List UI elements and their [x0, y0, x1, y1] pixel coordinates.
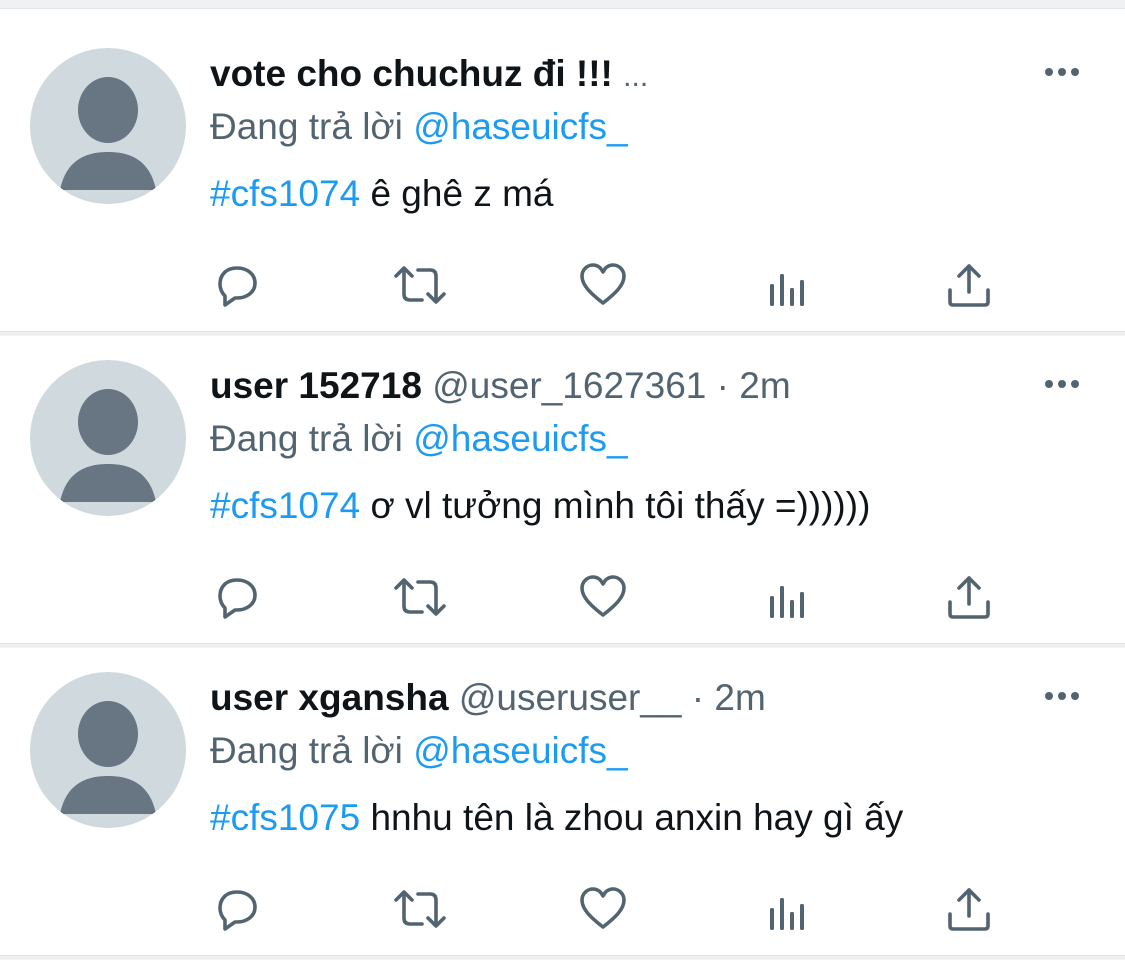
tweet-body: hnhu tên là zhou anxin hay gì ấy — [370, 797, 904, 838]
tweet-text: #cfs1074 ê ghê z má — [210, 172, 554, 216]
replying-to-line: Đang trả lời @haseuicfs_ — [210, 729, 628, 773]
retweet-icon[interactable] — [392, 260, 446, 310]
user-handle[interactable]: @user_1627361 — [432, 365, 706, 406]
tweet-reply[interactable]: user xgansha @useruser__ · 2m Đang trả l… — [0, 646, 1125, 958]
tweet-body: ê ghê z má — [370, 173, 554, 214]
share-icon[interactable] — [944, 572, 994, 622]
separator-dot: · — [691, 677, 705, 718]
hashtag-link[interactable]: #cfs1074 — [210, 173, 360, 214]
timestamp[interactable]: 2m — [739, 365, 790, 406]
reply-icon[interactable] — [212, 884, 262, 934]
retweet-icon[interactable] — [392, 884, 446, 934]
display-name[interactable]: vote cho chuchuz đi !!! — [210, 53, 613, 94]
user-handle[interactable]: @useruser__ — [459, 677, 682, 718]
reply-icon[interactable] — [212, 572, 262, 622]
tweet-text: #cfs1075 hnhu tên là zhou anxin hay gì ấ… — [210, 796, 903, 840]
replying-to-mention[interactable]: @haseuicfs_ — [413, 418, 627, 459]
tweet-header: user xgansha @useruser__ · 2m — [210, 676, 766, 720]
tweet-divider — [0, 955, 1125, 960]
replying-prefix: Đang trả lời — [210, 418, 403, 459]
reply-icon[interactable] — [212, 260, 262, 310]
tweet-header: vote cho chuchuz đi !!! ... — [210, 52, 648, 99]
views-icon[interactable] — [762, 884, 812, 934]
default-user-avatar-icon[interactable] — [30, 672, 186, 828]
views-icon[interactable] — [762, 572, 812, 622]
tweet-header: user 152718 @user_1627361 · 2m — [210, 364, 791, 408]
like-icon[interactable] — [578, 884, 628, 934]
more-options-icon[interactable] — [1044, 376, 1080, 392]
tweet-reply[interactable]: user 152718 @user_1627361 · 2m Đang trả … — [0, 334, 1125, 646]
more-options-icon[interactable] — [1044, 64, 1080, 80]
default-user-avatar-icon[interactable] — [30, 360, 186, 516]
share-icon[interactable] — [944, 260, 994, 310]
replying-to-line: Đang trả lời @haseuicfs_ — [210, 105, 628, 149]
hashtag-link[interactable]: #cfs1075 — [210, 797, 360, 838]
tweet-actions — [210, 884, 1010, 934]
display-name[interactable]: user 152718 — [210, 365, 422, 406]
retweet-icon[interactable] — [392, 572, 446, 622]
replying-prefix: Đang trả lời — [210, 106, 403, 147]
like-icon[interactable] — [578, 260, 628, 310]
replying-to-mention[interactable]: @haseuicfs_ — [413, 106, 627, 147]
replying-to-line: Đang trả lời @haseuicfs_ — [210, 417, 628, 461]
hashtag-link[interactable]: #cfs1074 — [210, 485, 360, 526]
top-divider — [0, 0, 1125, 9]
default-user-avatar-icon[interactable] — [30, 48, 186, 204]
tweet-actions — [210, 572, 1010, 622]
views-icon[interactable] — [762, 260, 812, 310]
like-icon[interactable] — [578, 572, 628, 622]
tweet-body: ơ vl tưởng mình tôi thấy =)))))) — [370, 485, 871, 526]
share-icon[interactable] — [944, 884, 994, 934]
tweet-actions — [210, 260, 1010, 310]
separator-dot: · — [716, 365, 729, 406]
truncation-ellipsis: ... — [623, 60, 649, 93]
display-name[interactable]: user xgansha — [210, 677, 449, 718]
replying-prefix: Đang trả lời — [210, 730, 403, 771]
tweet-text: #cfs1074 ơ vl tưởng mình tôi thấy =)))))… — [210, 484, 870, 528]
more-options-icon[interactable] — [1044, 688, 1080, 704]
timestamp[interactable]: 2m — [714, 677, 765, 718]
tweet-reply[interactable]: vote cho chuchuz đi !!! ... Đang trả lời… — [0, 22, 1125, 334]
replying-to-mention[interactable]: @haseuicfs_ — [413, 730, 627, 771]
